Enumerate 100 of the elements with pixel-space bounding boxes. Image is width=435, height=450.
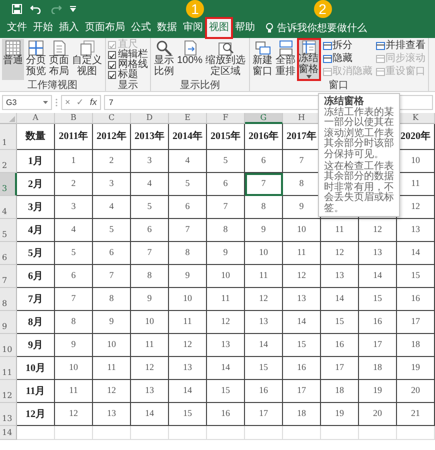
row-header[interactable]: 7 bbox=[0, 265, 17, 288]
ribbon-button[interactable]: 拆分 bbox=[322, 39, 373, 52]
table-cell: 5 bbox=[169, 173, 207, 196]
table-cell: 9月 bbox=[17, 334, 55, 357]
table-cell bbox=[359, 426, 397, 440]
table-cell: 12 bbox=[245, 288, 283, 311]
table-cell: 2012年 bbox=[93, 124, 131, 150]
ribbon-button[interactable]: 100% bbox=[176, 39, 204, 80]
ribbon-button[interactable]: 分页预览 bbox=[25, 39, 47, 80]
column-header[interactable]: A bbox=[17, 113, 55, 124]
table-cell: 10 bbox=[93, 334, 131, 357]
table-cell: 9 bbox=[169, 265, 207, 288]
ribbon-tab[interactable]: 插入 bbox=[56, 18, 82, 38]
ribbon-button[interactable]: 冻结窗格 bbox=[298, 39, 320, 80]
insert-function-button[interactable]: fx bbox=[86, 96, 100, 109]
table-cell: 5 bbox=[55, 242, 93, 265]
ribbon-tab[interactable]: 文件 bbox=[4, 18, 30, 38]
table-cell: 13 bbox=[359, 242, 397, 265]
save-icon[interactable] bbox=[12, 4, 22, 14]
table-cell: 13 bbox=[245, 311, 283, 334]
name-box[interactable]: G3 bbox=[2, 95, 52, 110]
group-label: 显示比例 bbox=[178, 80, 221, 91]
ribbon-tab[interactable]: 页面布局 bbox=[82, 18, 128, 38]
table-cell: 11月 bbox=[17, 380, 55, 403]
row-header[interactable]: 6 bbox=[0, 242, 17, 265]
row-header[interactable]: 13 bbox=[0, 403, 17, 426]
column-header[interactable]: B bbox=[55, 113, 93, 124]
table-cell: 2015年 bbox=[207, 124, 245, 150]
ribbon-tab[interactable]: 审阅 bbox=[180, 18, 206, 38]
table-cell: 11 bbox=[131, 334, 169, 357]
checkbox[interactable]: 标题 bbox=[108, 70, 148, 80]
ribbon-tab[interactable]: 帮助 bbox=[232, 18, 258, 38]
ribbon-button[interactable]: 页面布局 bbox=[48, 39, 70, 80]
table-cell: 3月 bbox=[17, 196, 55, 219]
ribbon-button[interactable]: 并排查看 bbox=[376, 39, 426, 52]
ribbon-button[interactable]: 新建窗口 bbox=[252, 39, 274, 80]
column-header[interactable]: K bbox=[397, 113, 435, 124]
row-header[interactable]: 1 bbox=[0, 124, 17, 150]
tell-me-text[interactable]: 告诉我你想要做什么 bbox=[277, 20, 367, 36]
cancel-button[interactable]: × bbox=[62, 96, 74, 109]
row-header[interactable]: 2 bbox=[0, 150, 17, 173]
row-header[interactable]: 4 bbox=[0, 196, 17, 219]
table-cell: 8 bbox=[207, 219, 245, 242]
table-cell: 1月 bbox=[17, 150, 55, 173]
customize-icon[interactable] bbox=[70, 6, 76, 12]
table-cell: 8月 bbox=[17, 311, 55, 334]
enter-button[interactable]: ✓ bbox=[73, 96, 87, 109]
ribbon-button[interactable]: 缩放到选定区域 bbox=[204, 39, 247, 80]
row-header[interactable]: 14 bbox=[0, 426, 17, 440]
checkbox[interactable]: 编辑栏 bbox=[108, 50, 148, 60]
column-header[interactable]: D bbox=[131, 113, 169, 124]
table-cell: 6 bbox=[131, 219, 169, 242]
table-cell: 8 bbox=[55, 311, 93, 334]
ribbon-button[interactable]: 自定义视图 bbox=[71, 39, 103, 80]
table-cell: 2 bbox=[93, 150, 131, 173]
table-cell: 3 bbox=[93, 173, 131, 196]
table-cell: 10 bbox=[55, 357, 93, 380]
table-cell bbox=[283, 426, 321, 440]
table-cell: 8 bbox=[169, 242, 207, 265]
row-header[interactable]: 10 bbox=[0, 334, 17, 357]
row-header[interactable]: 3 bbox=[0, 173, 17, 196]
row-header[interactable]: 9 bbox=[0, 311, 17, 334]
table-cell: 12 bbox=[93, 380, 131, 403]
table-cell: 13 bbox=[169, 357, 207, 380]
column-header[interactable]: E bbox=[169, 113, 207, 124]
table-cell bbox=[397, 426, 435, 440]
table-cell: 13 bbox=[93, 403, 131, 426]
column-header[interactable]: H bbox=[283, 113, 321, 124]
ribbon-tab[interactable]: 公式 bbox=[128, 18, 154, 38]
table-cell: 9 bbox=[93, 311, 131, 334]
split-window-icon bbox=[322, 42, 332, 50]
ribbon-button[interactable]: 隐藏 bbox=[322, 52, 373, 65]
row-header[interactable]: 8 bbox=[0, 288, 17, 311]
row-header[interactable]: 12 bbox=[0, 380, 17, 403]
table-cell: 18 bbox=[283, 403, 321, 426]
ribbon-button[interactable]: 普通 bbox=[2, 39, 24, 80]
row-header[interactable]: 11 bbox=[0, 357, 17, 380]
ribbon-button[interactable]: 显示比例 bbox=[153, 39, 175, 80]
undo-icon[interactable] bbox=[30, 4, 42, 14]
table-cell: 11 bbox=[321, 219, 359, 242]
column-header[interactable]: G bbox=[245, 113, 283, 124]
table-cell: 12月 bbox=[17, 403, 55, 426]
ribbon-button[interactable]: 全部重排 bbox=[274, 39, 297, 80]
table-cell: 8 bbox=[93, 288, 131, 311]
table-cell: 17 bbox=[321, 357, 359, 380]
column-header[interactable]: F bbox=[207, 113, 245, 124]
ribbon-tab[interactable]: 开始 bbox=[30, 18, 56, 38]
ribbon-tab[interactable]: 数据 bbox=[154, 18, 180, 38]
ribbon-tab[interactable]: 视图 bbox=[206, 18, 232, 38]
row-header[interactable]: 5 bbox=[0, 219, 17, 242]
table-cell: 6 bbox=[55, 265, 93, 288]
column-header[interactable]: C bbox=[93, 113, 131, 124]
table-cell: 21 bbox=[397, 403, 435, 426]
table-cell: 8 bbox=[131, 265, 169, 288]
table-cell: 2 bbox=[55, 173, 93, 196]
table-cell bbox=[207, 426, 245, 440]
table-cell: 9 bbox=[245, 219, 283, 242]
checkbox[interactable]: 网格线 bbox=[108, 60, 148, 70]
table-cell: 16 bbox=[207, 403, 245, 426]
table-cell: 12 bbox=[55, 403, 93, 426]
